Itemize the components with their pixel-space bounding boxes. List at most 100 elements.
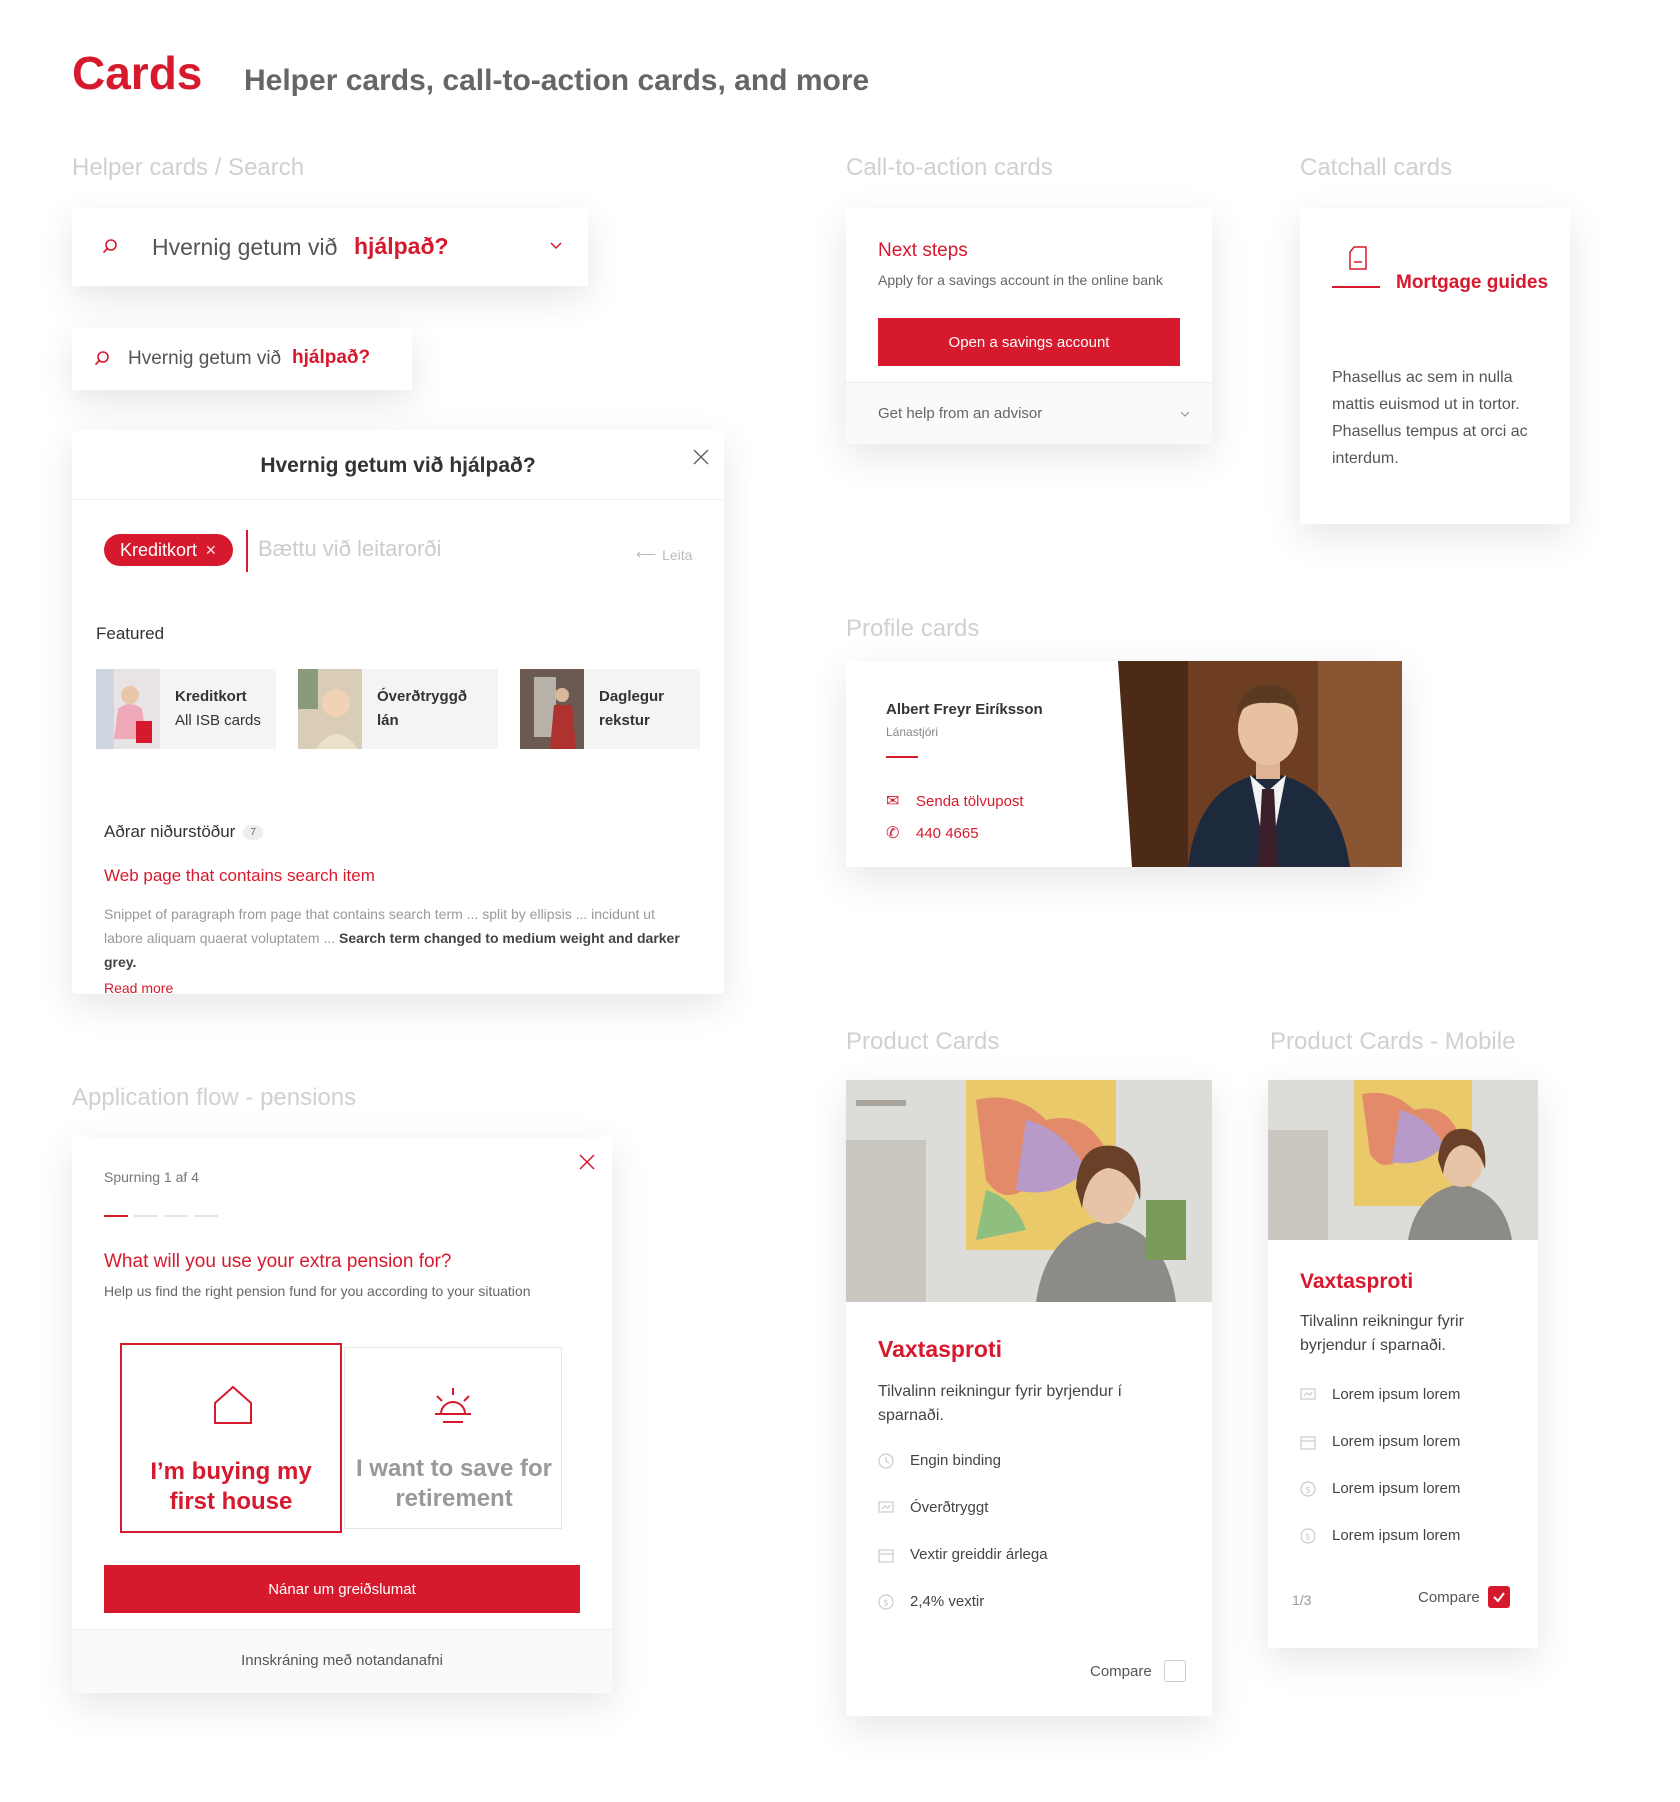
chevron-down-icon — [1180, 411, 1190, 417]
profile-role: Lánastjóri — [886, 725, 939, 739]
product-card[interactable]: Vaxtasproti Tilvalinn reikningur fyrir b… — [846, 1080, 1212, 1716]
title-rule — [1332, 286, 1380, 288]
svg-text:$: $ — [1305, 1485, 1311, 1495]
option-label: I want to save for retirement — [355, 1455, 553, 1512]
search-icon — [94, 350, 110, 366]
application-card: Spurning 1 af 4 What will you use your e… — [72, 1137, 612, 1693]
featured-title: Óverðtryggð — [377, 688, 468, 705]
step-progress-3 — [164, 1215, 188, 1217]
phone-icon: ✆ — [886, 825, 900, 842]
chevron-down-icon[interactable] — [550, 242, 562, 250]
open-savings-account-button[interactable]: Open a savings account — [878, 318, 1180, 366]
help-accordion[interactable]: Get help from an advisor — [846, 383, 1212, 444]
product-card-mobile[interactable]: Vaxtasproti Tilvalinn reikningur fyrir b… — [1268, 1080, 1538, 1648]
pager-indicator: 1/3 — [1292, 1592, 1312, 1608]
close-icon[interactable] — [578, 1153, 596, 1171]
coin-icon: $ — [1300, 1527, 1316, 1544]
other-results-label: Aðrar niðurstöður — [104, 822, 236, 841]
chip-remove-icon[interactable]: ✕ — [205, 542, 217, 559]
featured-card-3[interactable]: Daglegur rekstur — [520, 669, 700, 749]
divider — [72, 499, 724, 500]
featured-title: Kreditkort — [175, 688, 247, 705]
feature-label: Lorem ipsum lorem — [1332, 1433, 1461, 1450]
calendar-icon — [878, 1547, 894, 1563]
catchall-body: Phasellus ac sem in nulla mattis euismod… — [1332, 369, 1528, 467]
clock-icon — [878, 1452, 894, 1469]
footer-login-link: Innskráning með notandanafni — [241, 1652, 443, 1669]
read-more-link[interactable]: Read more — [104, 980, 173, 994]
result-title-link[interactable]: Web page that contains search item — [104, 866, 375, 886]
search-prompt: Hvernig getum við — [128, 348, 282, 369]
compare-toggle[interactable]: Compare — [1418, 1586, 1510, 1608]
section-label-profile: Profile cards — [846, 615, 980, 642]
featured-heading: Featured — [96, 624, 165, 643]
step-indicator-text: Spurning 1 af 4 — [104, 1169, 199, 1185]
cta-title: Next steps — [878, 240, 968, 261]
option-save-retirement[interactable]: I want to save for retirement — [344, 1347, 562, 1529]
featured-subtitle: All ISB cards — [175, 712, 261, 729]
search-chip[interactable]: Kreditkort ✕ — [104, 534, 233, 566]
feature-row: $ Lorem ipsum lorem — [1300, 1527, 1460, 1544]
search-submit[interactable]: ⟵ Leita — [636, 546, 692, 563]
feature-label: Engin binding — [910, 1452, 1001, 1469]
feature-row: $ Lorem ipsum lorem — [1300, 1480, 1460, 1497]
feature-label: Óverðtryggt — [910, 1499, 989, 1516]
primary-button[interactable]: Nánar um greiðslumat — [104, 1565, 580, 1613]
question-help: Help us find the right pension fund for … — [104, 1283, 531, 1299]
product-description: Tilvalinn reikningur fyrir byrjendur í s… — [1300, 1313, 1464, 1354]
calendar-icon — [1300, 1434, 1316, 1450]
feature-label: Lorem ipsum lorem — [1332, 1480, 1461, 1497]
step-progress-active — [104, 1215, 128, 1217]
chart-icon — [1300, 1387, 1316, 1403]
product-title: Vaxtasproti — [1300, 1270, 1414, 1293]
search-submit-label: Leita — [662, 546, 693, 563]
featured-subtitle: lán — [377, 712, 399, 729]
house-icon — [212, 1383, 254, 1425]
featured-image — [96, 669, 160, 749]
search-input[interactable]: Bættu við leitarorði — [258, 536, 441, 562]
compare-label: Compare — [1090, 1662, 1152, 1680]
profile-photo — [1118, 661, 1402, 867]
email-link[interactable]: ✉ Senda tölvupost — [886, 791, 1024, 811]
profile-card: Albert Freyr Eiríksson Lánastjóri ✉ Send… — [846, 661, 1402, 867]
feature-row: Engin binding — [878, 1452, 1001, 1469]
title-rule — [886, 756, 918, 758]
email-label: Senda tölvupost — [916, 792, 1024, 810]
page-subtitle: Helper cards, call-to-action cards, and … — [244, 64, 870, 97]
search-prompt-highlight: hjálpað? — [292, 347, 371, 368]
feature-row: Vextir greiddir árlega — [878, 1546, 1048, 1563]
search-icon — [102, 238, 118, 254]
search-bar-small[interactable]: Hvernig getum við hjálpað? — [72, 328, 412, 390]
mail-icon: ✉ — [886, 793, 900, 810]
option-buying-house[interactable]: I’m buying my first house — [120, 1343, 342, 1533]
compare-checkbox-checked[interactable] — [1487, 1586, 1510, 1608]
chart-icon — [878, 1500, 894, 1516]
product-photo — [1268, 1080, 1538, 1240]
feature-label: Vextir greiddir árlega — [910, 1546, 1048, 1563]
featured-card-1[interactable]: Kreditkort All ISB cards — [96, 669, 276, 749]
phone-link[interactable]: ✆ 440 4665 — [886, 823, 979, 843]
compare-checkbox[interactable] — [1163, 1660, 1186, 1682]
question-title: What will you use your extra pension for… — [104, 1251, 452, 1272]
phone-number: 440 4665 — [916, 824, 979, 842]
section-label-product: Product Cards — [846, 1028, 1000, 1055]
document-icon — [1348, 246, 1368, 270]
close-icon[interactable] — [692, 448, 710, 466]
coin-icon: $ — [878, 1593, 894, 1610]
chip-label: Kreditkort — [120, 539, 198, 560]
page-title: Cards — [72, 47, 203, 99]
section-label-catchall: Catchall cards — [1300, 154, 1453, 181]
product-title: Vaxtasproti — [878, 1336, 1002, 1362]
feature-label: 2,4% vextir — [910, 1593, 985, 1610]
search-bar-large[interactable]: Hvernig getum við hjálpað? — [72, 208, 588, 286]
search-modal: Hvernig getum við hjálpað? Kreditkort ✕ B… — [72, 430, 724, 994]
featured-subtitle: rekstur — [599, 712, 650, 729]
compare-toggle[interactable]: Compare — [1090, 1660, 1186, 1682]
catchall-title: Mortgage guides — [1396, 272, 1549, 293]
featured-image — [520, 669, 584, 749]
featured-card-2[interactable]: Óverðtryggð lán — [298, 669, 498, 749]
cta-description: Apply for a savings account in the onlin… — [878, 272, 1163, 288]
catchall-card[interactable]: Mortgage guides Phasellus ac sem in null… — [1300, 208, 1570, 524]
card-footer[interactable]: Innskráning með notandanafni — [72, 1629, 612, 1693]
svg-text:$: $ — [1305, 1532, 1311, 1542]
